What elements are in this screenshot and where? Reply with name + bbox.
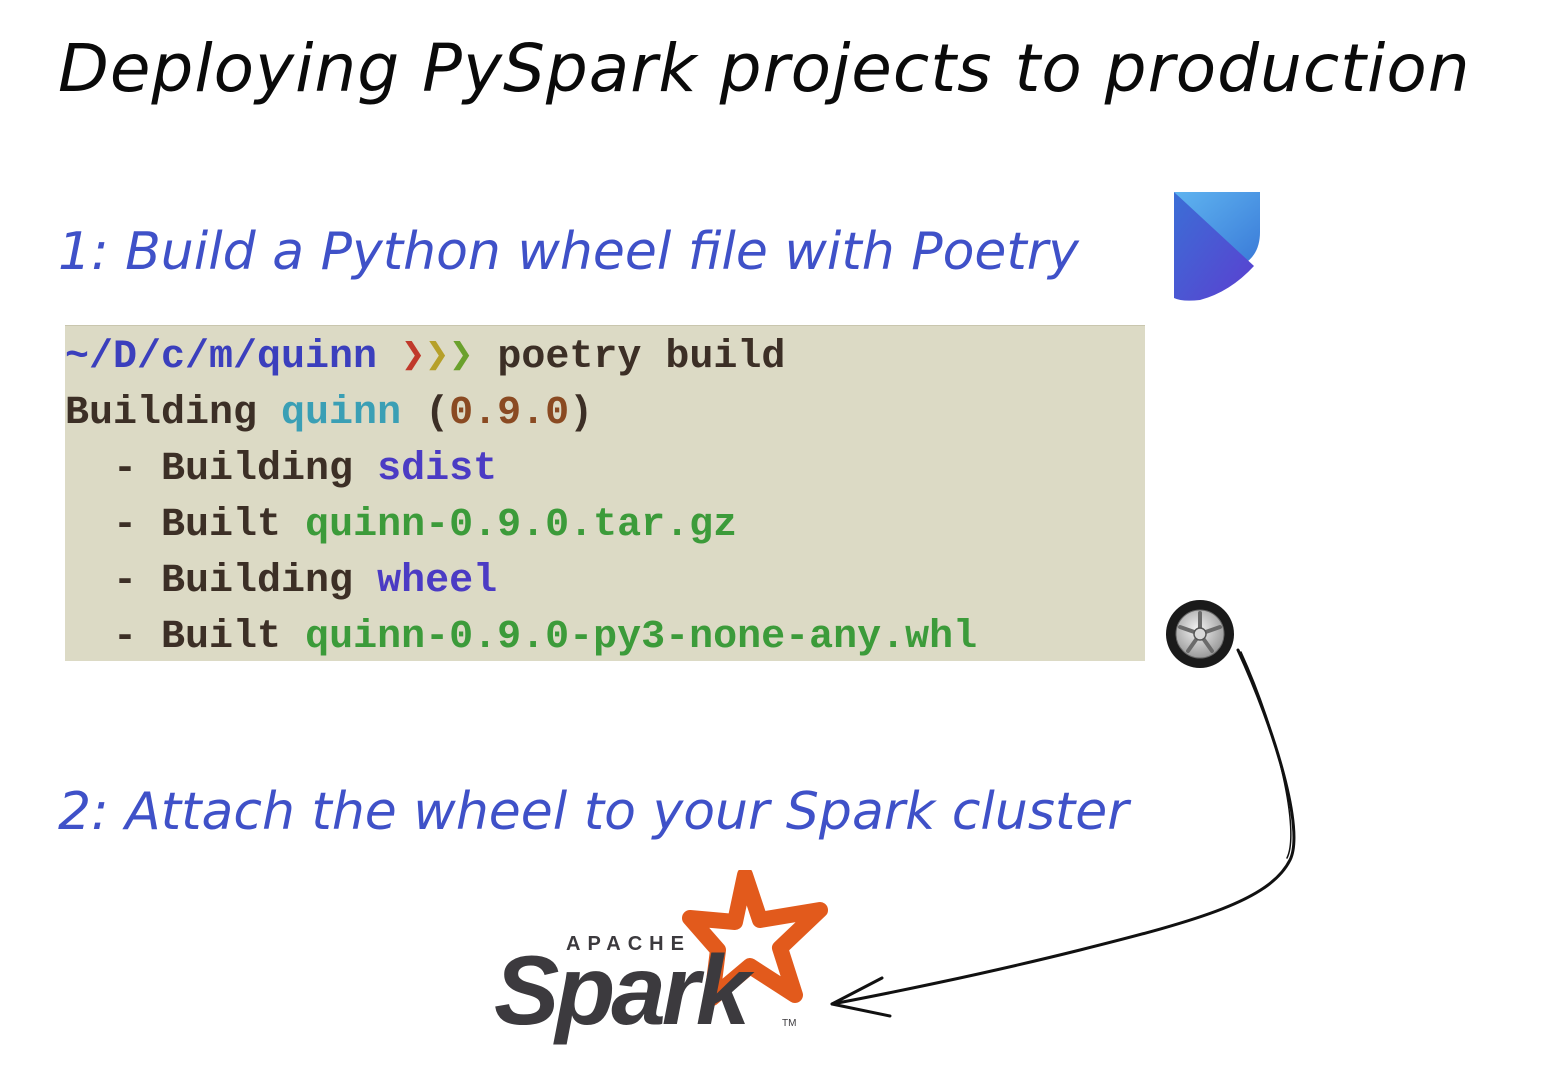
step-prefix: - xyxy=(65,615,162,660)
terminal-step-line: - Building sdist xyxy=(65,442,1145,498)
terminal-command: poetry build xyxy=(497,335,786,380)
step-verb: Building xyxy=(161,447,354,492)
step-verb: Built xyxy=(161,615,282,660)
step-prefix: - xyxy=(65,559,162,604)
prompt-arrow-1: ❯ xyxy=(401,335,426,380)
prompt-path: ~/D/c/m/quinn xyxy=(65,335,378,380)
terminal-step-line: - Building wheel xyxy=(65,554,1145,610)
terminal-prompt-line: ~/D/c/m/quinn ❯❯❯ poetry build xyxy=(65,330,1145,386)
version-close: ) xyxy=(569,391,594,436)
package-name: quinn xyxy=(281,391,402,436)
step-target: quinn-0.9.0-py3-none-any.whl xyxy=(305,615,978,660)
spark-text: Spark xyxy=(494,935,755,1045)
step-target: quinn-0.9.0.tar.gz xyxy=(305,503,738,548)
prompt-arrow-3: ❯ xyxy=(449,335,474,380)
spark-logo: APACHE Spark TM xyxy=(494,870,828,1045)
terminal-building-line: Building quinn (0.9.0) xyxy=(65,386,1145,442)
terminal-step-line: - Built quinn-0.9.0-py3-none-any.whl xyxy=(65,610,1145,666)
step-verb: Built xyxy=(161,503,282,548)
terminal-output: ~/D/c/m/quinn ❯❯❯ poetry build Building … xyxy=(65,325,1145,661)
step-prefix: - xyxy=(65,447,162,492)
version-open: ( xyxy=(425,391,450,436)
trademark-text: TM xyxy=(782,1018,796,1029)
building-label: Building xyxy=(65,391,258,436)
step-target: sdist xyxy=(377,447,498,492)
step-target: wheel xyxy=(377,559,498,604)
wheel-icon xyxy=(1166,600,1234,668)
prompt-arrow-2: ❯ xyxy=(425,335,450,380)
step-prefix: - xyxy=(65,503,162,548)
page-title: Deploying PySpark projects to production xyxy=(58,30,1471,107)
poetry-logo-icon xyxy=(1174,192,1260,301)
package-version: 0.9.0 xyxy=(449,391,570,436)
step-2-label: 2: Attach the wheel to your Spark cluste… xyxy=(58,782,1129,842)
terminal-step-line: - Built quinn-0.9.0.tar.gz xyxy=(65,498,1145,554)
step-verb: Building xyxy=(161,559,354,604)
step-1-label: 1: Build a Python wheel file with Poetry xyxy=(58,222,1079,282)
